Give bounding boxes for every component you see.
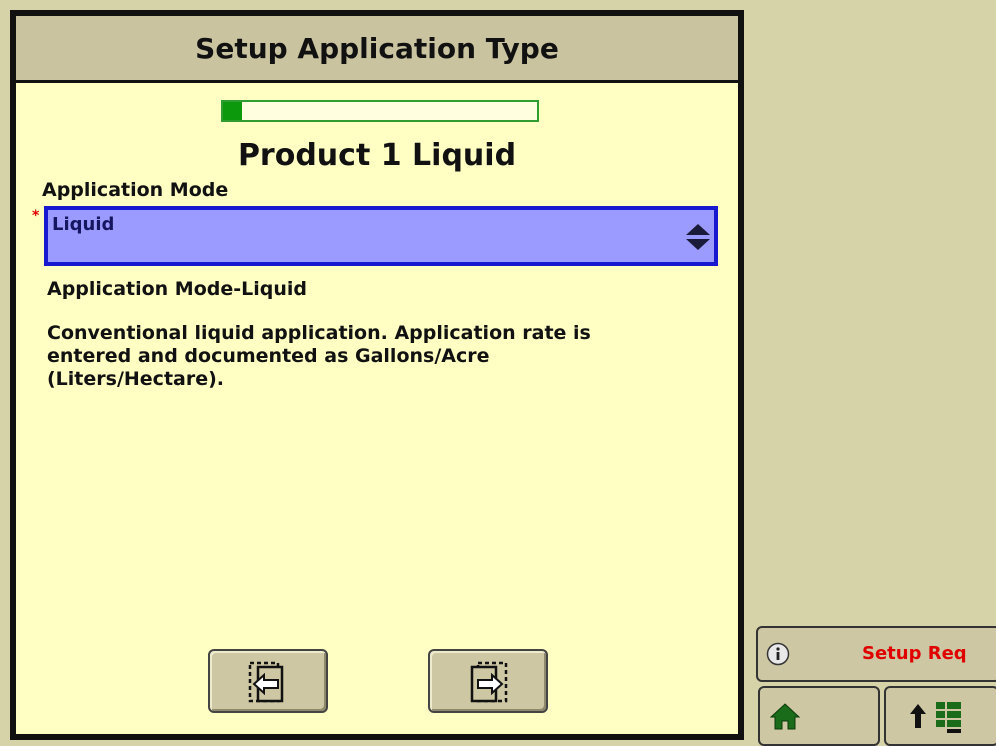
menu-button[interactable] [884,686,996,746]
description-line: (Liters/Hectare). [47,368,225,390]
application-mode-label: Application Mode [42,179,229,201]
description-line: entered and documented as Gallons/Acre [47,345,490,367]
required-marker: * [32,208,40,224]
description-line: Conventional liquid application. Applica… [47,322,591,344]
back-button[interactable] [208,649,328,713]
progress-fill [223,102,242,120]
info-icon [766,642,790,666]
setup-required-button[interactable]: Setup Req [756,626,996,682]
page-back-icon [248,661,284,703]
description-text: Conventional liquid application. Applica… [47,322,727,391]
application-mode-select[interactable]: Liquid [44,206,718,266]
page-next-icon [470,661,508,703]
home-button[interactable] [758,686,880,746]
up-down-arrows-icon [686,224,710,250]
description-title: Application Mode-Liquid [47,278,307,300]
dialog-title: Setup Application Type [16,16,738,83]
progress-bar [221,100,539,122]
setup-dialog: Setup Application Type Product 1 Liquid … [10,10,744,740]
next-button[interactable] [428,649,548,713]
product-title: Product 1 Liquid [237,138,517,173]
application-mode-value: Liquid [52,214,115,235]
status-text: Setup Req [862,643,967,664]
home-icon [770,703,800,730]
up-arrow-menu-icon [910,702,961,733]
